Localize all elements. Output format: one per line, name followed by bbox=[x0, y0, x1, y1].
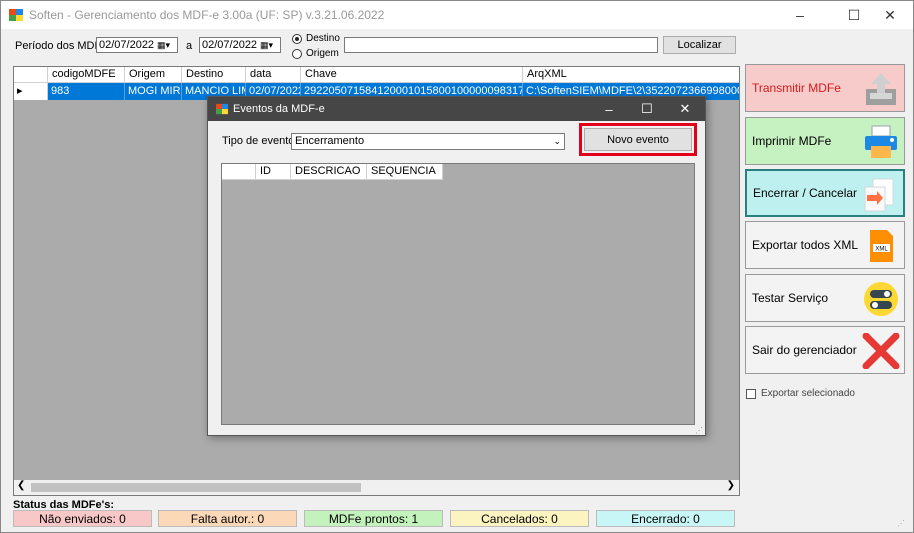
radio-destino[interactable]: Destino bbox=[292, 33, 340, 44]
svg-text:XML: XML bbox=[875, 247, 888, 253]
dialog-title: Eventos da MDF-e bbox=[233, 103, 325, 115]
window-title: Soften - Gerenciamento dos MDF-e 3.00a (… bbox=[29, 8, 385, 22]
scroll-thumb[interactable] bbox=[31, 483, 361, 492]
exportar-selecionado-checkbox[interactable]: Exportar selecionado bbox=[746, 388, 855, 399]
exportar-selecionado-label: Exportar selecionado bbox=[761, 388, 855, 399]
col-chave[interactable]: Chave bbox=[301, 67, 523, 83]
col-arqxml[interactable]: ArqXML bbox=[523, 67, 739, 83]
resize-grip-icon[interactable]: ⋰ bbox=[695, 426, 703, 435]
upload-tray-icon bbox=[866, 73, 896, 105]
eventos-dialog: Eventos da MDF-e – ☐ ✕ Tipo de evento: E… bbox=[207, 96, 706, 436]
status-nao-enviados: Não enviados: 0 bbox=[13, 510, 152, 527]
calendar-dropdown-icon[interactable]: ▦▾ bbox=[260, 40, 278, 50]
col-id[interactable]: ID bbox=[256, 164, 291, 180]
status-mdfe-prontos: MDFe prontos: 1 bbox=[304, 510, 443, 527]
date-to-picker[interactable]: 02/07/2022 ▦▾ bbox=[199, 37, 281, 53]
scroll-left-icon[interactable]: ❮ bbox=[17, 480, 25, 491]
document-arrows-icon bbox=[864, 178, 894, 212]
xml-file-icon: XML bbox=[870, 230, 893, 262]
date-to-value: 02/07/2022 bbox=[202, 39, 258, 51]
row-marker[interactable]: ▸ bbox=[14, 83, 48, 100]
col-origem[interactable]: Origem bbox=[125, 67, 182, 83]
tipo-evento-select[interactable]: Encerramento ⌄ bbox=[291, 133, 565, 150]
col-descricao[interactable]: DESCRICAO bbox=[291, 164, 367, 180]
col-destino[interactable]: Destino bbox=[182, 67, 246, 83]
row-header-corner bbox=[222, 164, 256, 180]
tipo-evento-value: Encerramento bbox=[295, 135, 365, 147]
toggle-switch-icon bbox=[864, 282, 898, 316]
imprimir-button[interactable]: Imprimir MDFe bbox=[745, 117, 905, 165]
col-data[interactable]: data bbox=[246, 67, 301, 83]
transmitir-button[interactable]: Transmitir MDFe bbox=[745, 64, 905, 112]
sair-label: Sair do gerenciador bbox=[752, 343, 857, 357]
radio-selected-icon[interactable] bbox=[292, 33, 302, 44]
dialog-maximize-icon[interactable]: ☐ bbox=[628, 97, 666, 121]
resize-grip-icon[interactable]: ⋰ bbox=[897, 519, 905, 528]
radio-destino-label: Destino bbox=[306, 33, 340, 44]
chevron-down-icon[interactable]: ⌄ bbox=[553, 134, 561, 149]
calendar-dropdown-icon[interactable]: ▦▾ bbox=[157, 40, 175, 50]
eventos-grid[interactable]: ID DESCRICAO SEQUENCIA bbox=[221, 163, 695, 425]
printer-icon bbox=[865, 125, 897, 158]
horizontal-scrollbar[interactable]: ❮ ❯ bbox=[14, 480, 739, 495]
a-label: a bbox=[186, 40, 193, 52]
cell-origem[interactable]: MOGI MIRIM bbox=[125, 83, 182, 100]
status-falta-autor: Falta autor.: 0 bbox=[158, 510, 297, 527]
testar-servico-label: Testar Serviço bbox=[752, 291, 829, 305]
dialog-title-bar: Eventos da MDF-e – ☐ ✕ bbox=[208, 97, 705, 121]
close-icon[interactable]: ✕ bbox=[867, 1, 913, 29]
exportar-xml-label: Exportar todos XML bbox=[752, 238, 859, 252]
search-input[interactable] bbox=[344, 37, 658, 53]
checkbox-unchecked-icon[interactable] bbox=[746, 388, 756, 399]
date-from-picker[interactable]: 02/07/2022 ▦▾ bbox=[96, 37, 178, 53]
app-icon bbox=[216, 103, 228, 115]
transmitir-label: Transmitir MDFe bbox=[752, 81, 841, 95]
col-sequencia[interactable]: SEQUENCIA bbox=[367, 164, 443, 180]
encerrar-cancelar-label: Encerrar / Cancelar bbox=[753, 186, 858, 200]
tipo-evento-label: Tipo de evento: bbox=[222, 135, 298, 147]
red-x-icon bbox=[862, 333, 900, 369]
radio-origem-label: Origem bbox=[306, 48, 339, 59]
imprimir-label: Imprimir MDFe bbox=[752, 134, 832, 148]
dialog-close-icon[interactable]: ✕ bbox=[666, 97, 704, 121]
date-from-value: 02/07/2022 bbox=[99, 39, 155, 51]
radio-unselected-icon[interactable] bbox=[292, 48, 302, 59]
row-header-corner bbox=[14, 67, 48, 83]
col-codigo[interactable]: codigoMDFE bbox=[48, 67, 125, 83]
status-encerrado: Encerrado: 0 bbox=[596, 510, 735, 527]
status-cancelados: Cancelados: 0 bbox=[450, 510, 589, 527]
radio-origem[interactable]: Origem bbox=[292, 48, 339, 59]
encerrar-cancelar-button[interactable]: Encerrar / Cancelar bbox=[745, 169, 905, 217]
cell-codigo[interactable]: 983 bbox=[48, 83, 125, 100]
sair-button[interactable]: Sair do gerenciador bbox=[745, 326, 905, 374]
localizar-button[interactable]: Localizar bbox=[663, 36, 736, 54]
app-icon bbox=[9, 9, 23, 21]
scroll-right-icon[interactable]: ❯ bbox=[727, 480, 735, 491]
testar-servico-button[interactable]: Testar Serviço bbox=[745, 274, 905, 322]
novo-evento-button[interactable]: Novo evento bbox=[584, 128, 692, 151]
minimize-icon[interactable]: – bbox=[777, 1, 823, 29]
title-bar: Soften - Gerenciamento dos MDF-e 3.00a (… bbox=[1, 1, 913, 29]
exportar-xml-button[interactable]: Exportar todos XML XML bbox=[745, 221, 905, 269]
dialog-minimize-icon[interactable]: – bbox=[590, 97, 628, 121]
